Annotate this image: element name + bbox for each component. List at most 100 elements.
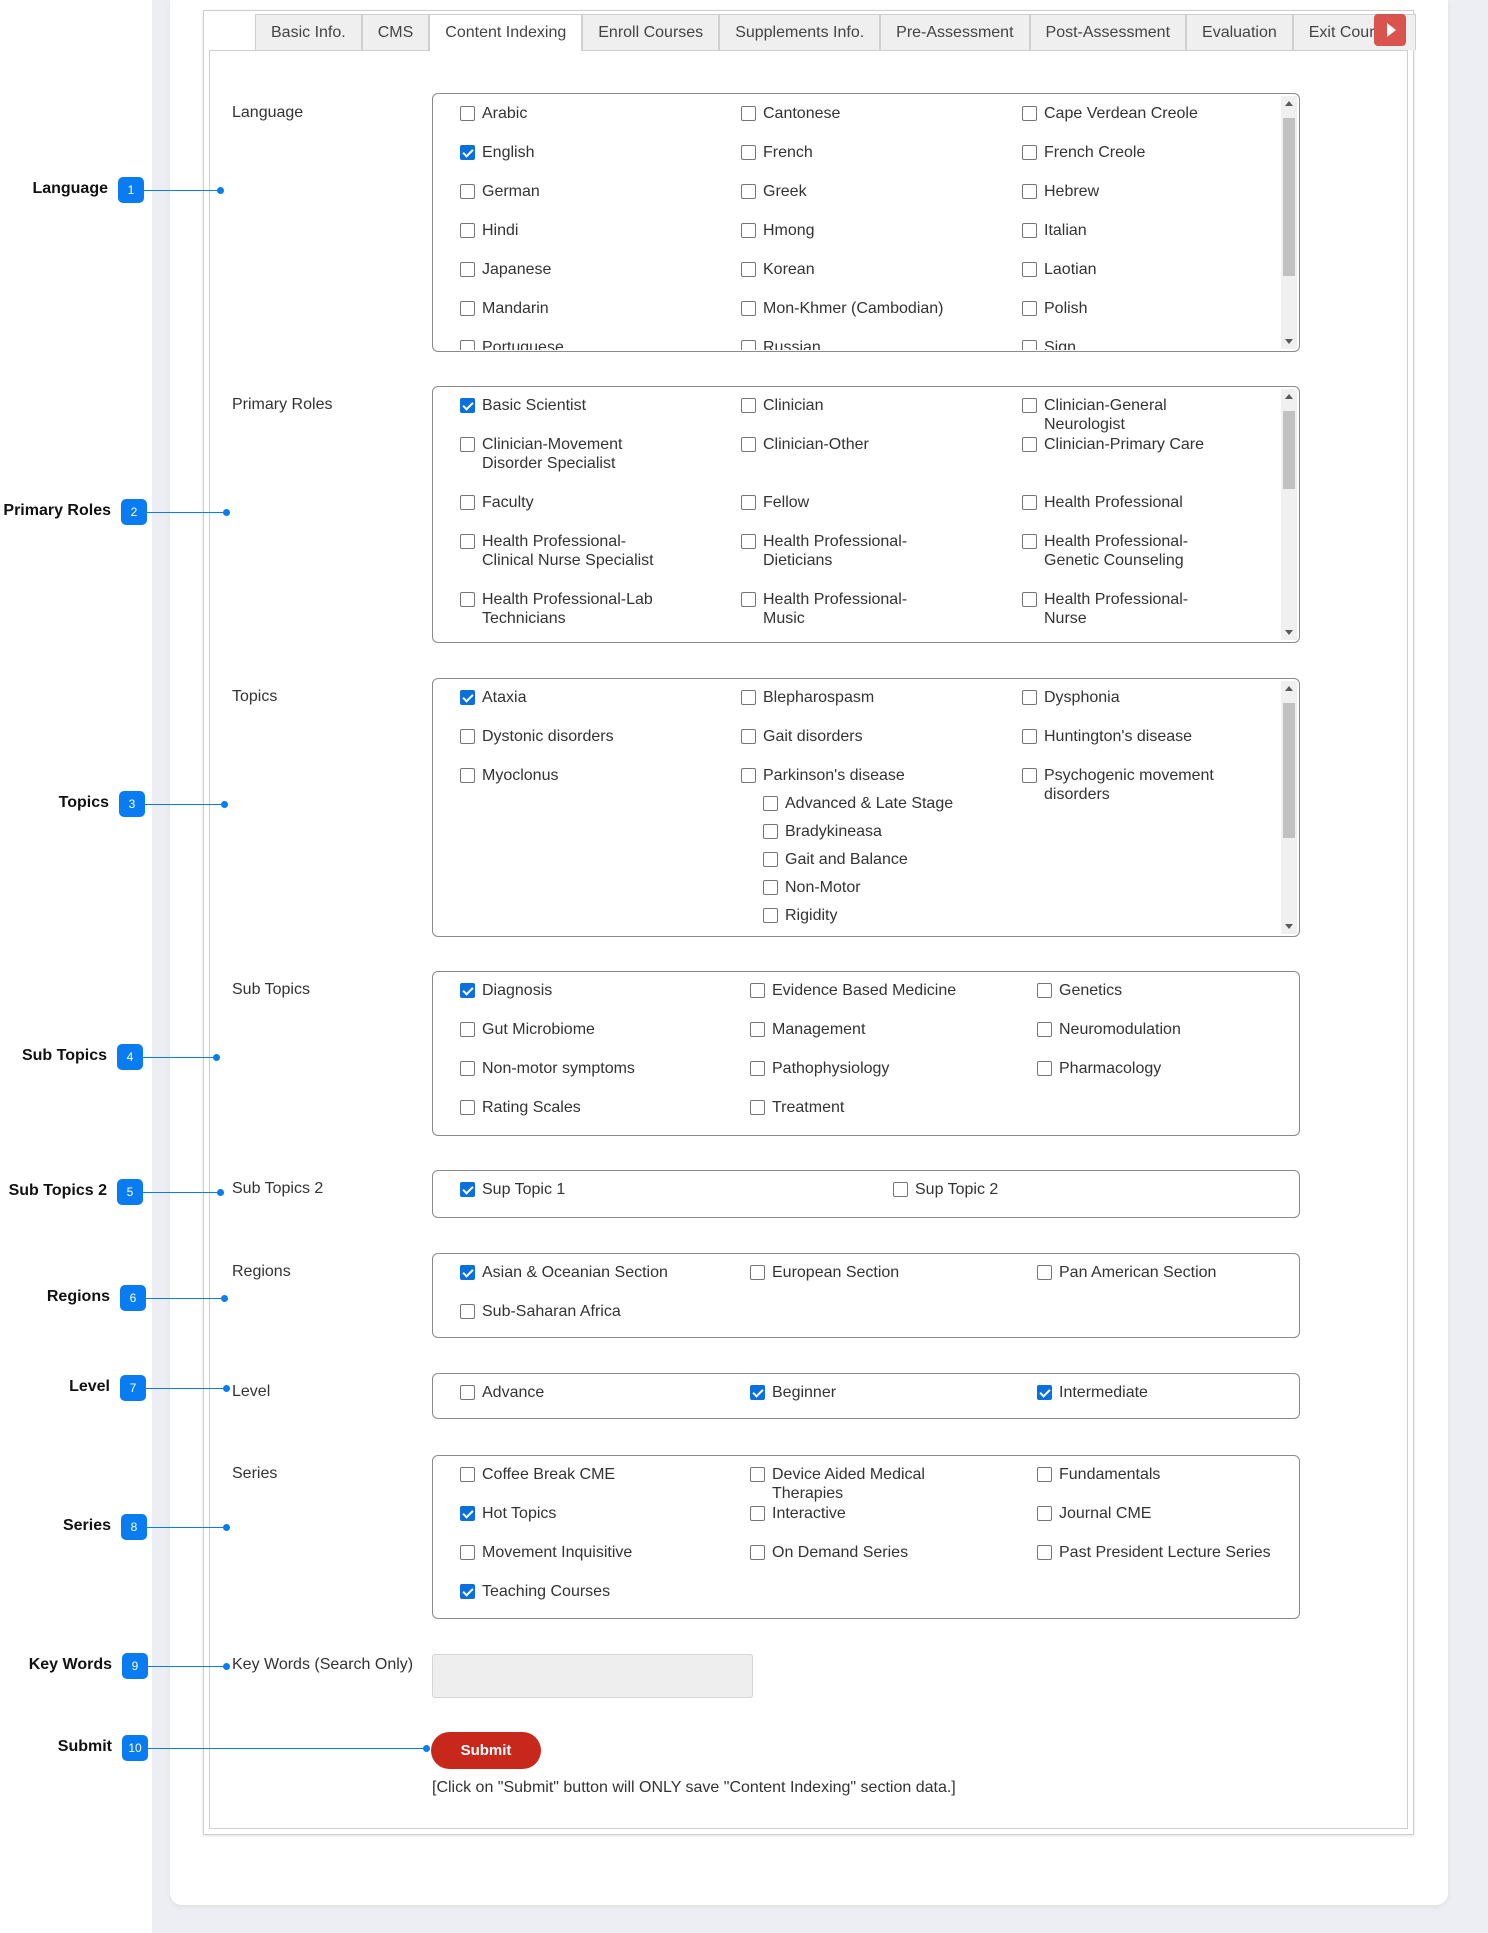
- checkbox[interactable]: [741, 223, 756, 238]
- checkbox[interactable]: [460, 1100, 475, 1115]
- topics-option[interactable]: Blepharospasm: [741, 688, 946, 707]
- checkbox[interactable]: [1022, 534, 1037, 549]
- topics-option[interactable]: Huntington's disease: [1022, 727, 1227, 746]
- subtopics-option[interactable]: Rating Scales: [460, 1098, 700, 1117]
- subtopics-option[interactable]: Non-motor symptoms: [460, 1059, 700, 1078]
- topics-option[interactable]: Parkinson's disease: [741, 766, 946, 785]
- checkbox[interactable]: [741, 534, 756, 549]
- series-option[interactable]: Interactive: [750, 1504, 990, 1523]
- roles-option[interactable]: Fellow: [741, 493, 946, 512]
- subtopics-option[interactable]: Pathophysiology: [750, 1059, 990, 1078]
- checkbox[interactable]: [460, 983, 475, 998]
- parkinsons-subtopic-option[interactable]: Bradykineasa: [763, 822, 882, 841]
- parkinsons-subtopic-option[interactable]: Advanced & Late Stage: [763, 794, 953, 813]
- checkbox[interactable]: [460, 534, 475, 549]
- checkbox[interactable]: [1037, 1545, 1052, 1560]
- checkbox[interactable]: [460, 1545, 475, 1560]
- roles-option[interactable]: Health Professional-Music: [741, 590, 946, 628]
- tab-enroll-courses[interactable]: Enroll Courses: [582, 14, 720, 50]
- checkbox[interactable]: [1022, 301, 1037, 316]
- regions-option[interactable]: Asian & Oceanian Section: [460, 1263, 700, 1282]
- checkbox[interactable]: [1037, 1506, 1052, 1521]
- level-option[interactable]: Intermediate: [1037, 1383, 1277, 1402]
- checkbox[interactable]: [1022, 690, 1037, 705]
- scroll-thumb[interactable]: [1283, 118, 1295, 276]
- checkbox[interactable]: [460, 437, 475, 452]
- topics-option[interactable]: Dysphonia: [1022, 688, 1227, 707]
- checkbox[interactable]: [741, 398, 756, 413]
- checkbox[interactable]: [763, 908, 778, 923]
- checkbox[interactable]: [460, 106, 475, 121]
- scroll-down-icon[interactable]: [1285, 339, 1293, 344]
- submit-button[interactable]: Submit: [431, 1732, 541, 1769]
- checkbox[interactable]: [1037, 1265, 1052, 1280]
- language-option[interactable]: Cantonese: [741, 104, 1001, 123]
- checkbox[interactable]: [460, 1385, 475, 1400]
- checkbox[interactable]: [1022, 223, 1037, 238]
- subtopics-option[interactable]: Diagnosis: [460, 981, 700, 1000]
- subtopics-option[interactable]: Gut Microbiome: [460, 1020, 700, 1039]
- checkbox[interactable]: [763, 880, 778, 895]
- checkbox[interactable]: [460, 301, 475, 316]
- checkbox[interactable]: [1037, 1022, 1052, 1037]
- checkbox[interactable]: [1037, 983, 1052, 998]
- checkbox[interactable]: [741, 437, 756, 452]
- checkbox[interactable]: [1037, 1467, 1052, 1482]
- scroll-down-icon[interactable]: [1285, 630, 1293, 635]
- checkbox[interactable]: [741, 145, 756, 160]
- roles-option[interactable]: Clinician-Movement Disorder Specialist: [460, 435, 665, 473]
- language-option[interactable]: Hebrew: [1022, 182, 1282, 201]
- tab-pre-assessment[interactable]: Pre-Assessment: [880, 14, 1030, 50]
- series-option[interactable]: Fundamentals: [1037, 1465, 1277, 1484]
- checkbox[interactable]: [460, 184, 475, 199]
- roles-option[interactable]: Health Professional-Nurse: [1022, 590, 1227, 628]
- language-option[interactable]: Hmong: [741, 221, 1001, 240]
- level-option[interactable]: Advance: [460, 1383, 700, 1402]
- checkbox[interactable]: [750, 1467, 765, 1482]
- checkbox[interactable]: [460, 262, 475, 277]
- checkbox[interactable]: [750, 1545, 765, 1560]
- language-option[interactable]: Italian: [1022, 221, 1282, 240]
- series-option[interactable]: Past President Lecture Series: [1037, 1543, 1277, 1562]
- checkbox[interactable]: [741, 768, 756, 783]
- regions-option[interactable]: European Section: [750, 1263, 990, 1282]
- checkbox[interactable]: [750, 983, 765, 998]
- checkbox[interactable]: [460, 1182, 475, 1197]
- checkbox[interactable]: [750, 1061, 765, 1076]
- checkbox[interactable]: [460, 1584, 475, 1599]
- checkbox[interactable]: [460, 690, 475, 705]
- series-option[interactable]: Coffee Break CME: [460, 1465, 700, 1484]
- checkbox[interactable]: [750, 1100, 765, 1115]
- series-option[interactable]: Movement Inquisitive: [460, 1543, 700, 1562]
- scroll-up-icon[interactable]: [1285, 686, 1293, 691]
- roles-option[interactable]: Clinician-Other: [741, 435, 946, 454]
- regions-option[interactable]: Sub-Saharan Africa: [460, 1302, 700, 1321]
- roles-option[interactable]: Clinician: [741, 396, 946, 415]
- scroll-thumb[interactable]: [1283, 703, 1295, 838]
- checkbox[interactable]: [1022, 262, 1037, 277]
- scroll-thumb[interactable]: [1283, 411, 1295, 489]
- series-option[interactable]: Teaching Courses: [460, 1582, 700, 1601]
- language-option[interactable]: Mon-Khmer (Cambodian): [741, 299, 1001, 318]
- roles-option[interactable]: Health Professional-Dieticians: [741, 532, 946, 570]
- checkbox[interactable]: [1022, 592, 1037, 607]
- series-option[interactable]: Device Aided Medical Therapies: [750, 1465, 990, 1503]
- roles-option[interactable]: Health Professional-Genetic Counseling: [1022, 532, 1227, 570]
- checkbox[interactable]: [1022, 340, 1037, 350]
- checkbox[interactable]: [460, 592, 475, 607]
- subtopics-option[interactable]: Treatment: [750, 1098, 990, 1117]
- checkbox[interactable]: [1022, 729, 1037, 744]
- checkbox[interactable]: [750, 1385, 765, 1400]
- tab-basic-info[interactable]: Basic Info.: [255, 14, 362, 50]
- language-option[interactable]: Greek: [741, 182, 1001, 201]
- checkbox[interactable]: [460, 1506, 475, 1521]
- language-option[interactable]: Arabic: [460, 104, 720, 123]
- language-option[interactable]: English: [460, 143, 720, 162]
- language-option[interactable]: Laotian: [1022, 260, 1282, 279]
- tab-evaluation[interactable]: Evaluation: [1186, 14, 1293, 50]
- subtopics-option[interactable]: Management: [750, 1020, 990, 1039]
- series-option[interactable]: On Demand Series: [750, 1543, 990, 1562]
- checkbox[interactable]: [741, 262, 756, 277]
- topics-option[interactable]: Myoclonus: [460, 766, 665, 785]
- language-option[interactable]: French Creole: [1022, 143, 1282, 162]
